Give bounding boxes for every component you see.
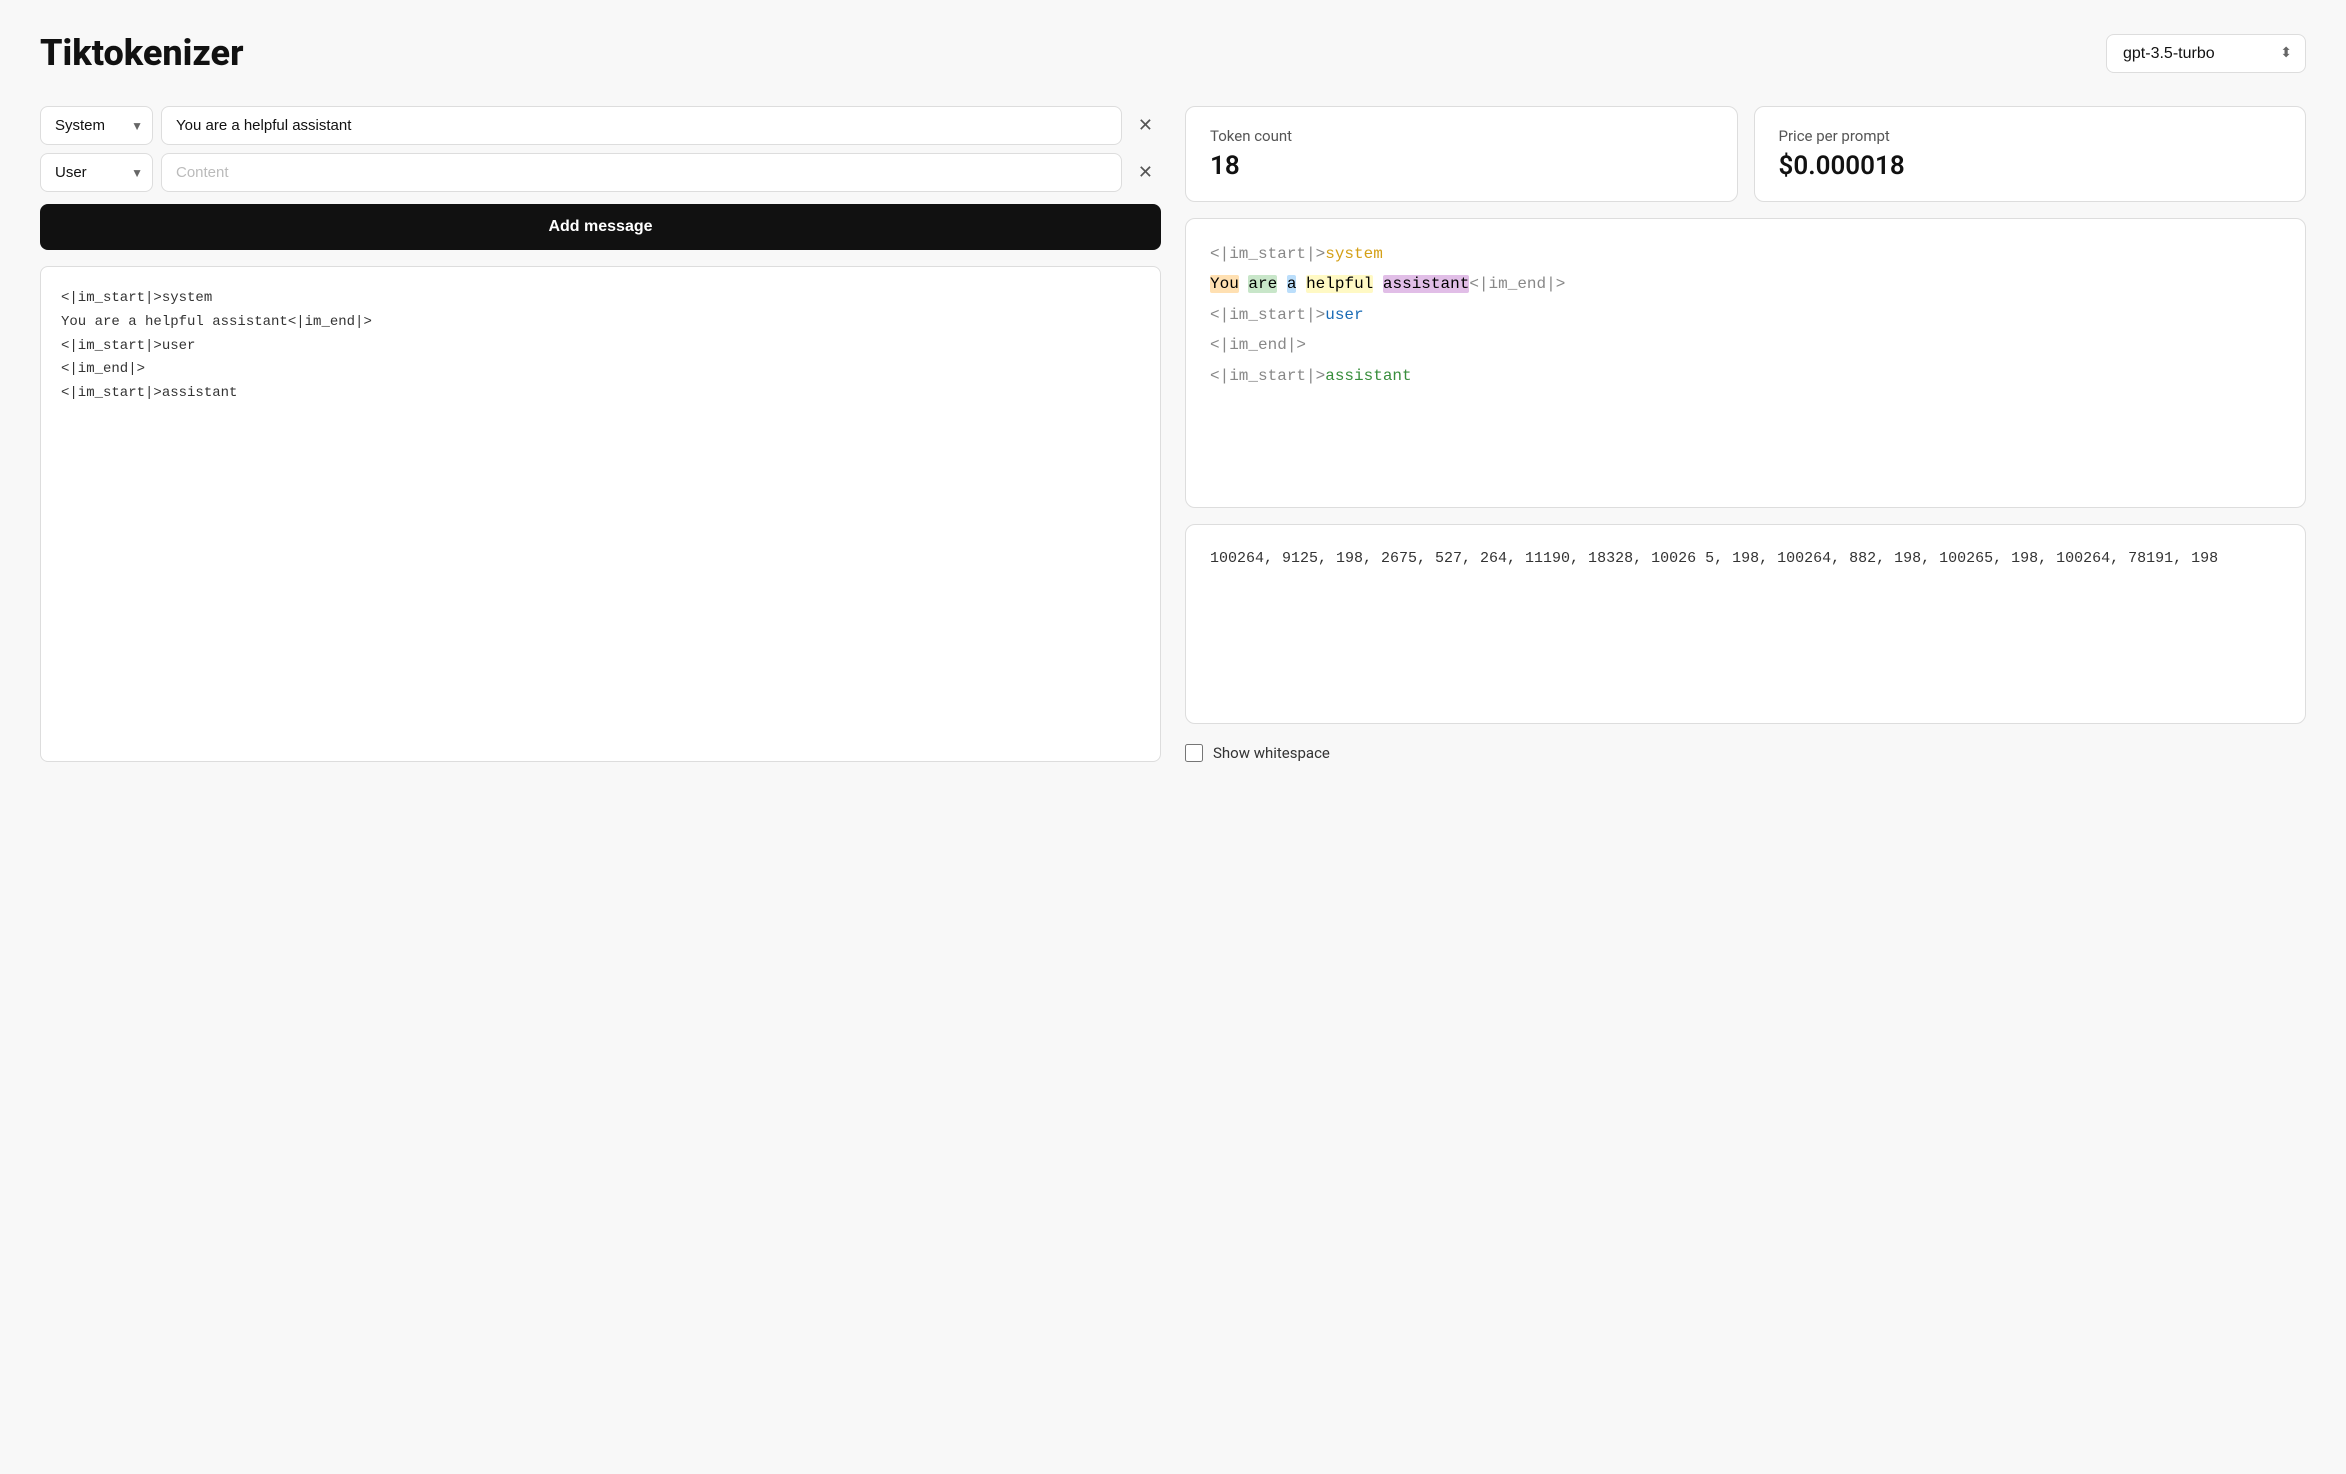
token-assistant: assistant [1325,367,1411,385]
app-title: Tiktokenizer [40,32,243,74]
token-im-start-1: <|im_start|> [1210,245,1325,263]
user-content-input[interactable] [161,153,1122,192]
price-value: $0.000018 [1779,151,2282,181]
token-im-start-2: <|im_start|> [1210,306,1325,324]
token-count-label: Token count [1210,127,1713,145]
price-label: Price per prompt [1779,127,2282,145]
token-count-card: Token count 18 [1185,106,1738,202]
token-you: You [1210,275,1239,293]
token-count-value: 18 [1210,151,1713,181]
system-content-input[interactable] [161,106,1122,145]
system-message-row: System User Assistant ▼ ✕ [40,106,1161,145]
token-user: user [1325,306,1363,324]
model-select-wrapper: gpt-3.5-turbo gpt-4 gpt-4o text-davinci-… [2106,34,2306,73]
token-assistant-word: assistant [1383,275,1469,293]
header: Tiktokenizer gpt-3.5-turbo gpt-4 gpt-4o … [40,32,2306,74]
token-helpful: helpful [1306,275,1373,293]
right-panel: Token count 18 Price per prompt $0.00001… [1185,106,2306,762]
encoded-text-display: <|im_start|>system You are a helpful ass… [40,266,1161,762]
token-im-end-2: <|im_end|> [1210,336,1306,354]
token-viz-card: <|im_start|>system You are a helpful ass… [1185,218,2306,508]
add-message-button[interactable]: Add message [40,204,1161,250]
system-role-select[interactable]: System User Assistant [40,106,153,145]
user-role-wrapper: User System Assistant ▼ [40,153,153,192]
delete-system-message-button[interactable]: ✕ [1130,111,1161,140]
price-card: Price per prompt $0.000018 [1754,106,2307,202]
token-system: system [1325,245,1383,263]
token-im-end-1: <|im_end|> [1469,275,1565,293]
left-panel: System User Assistant ▼ ✕ User System As… [40,106,1161,762]
user-message-row: User System Assistant ▼ ✕ [40,153,1161,192]
user-role-select[interactable]: User System Assistant [40,153,153,192]
show-whitespace-label: Show whitespace [1213,744,1330,762]
token-im-start-3: <|im_start|> [1210,367,1325,385]
token-ids-text: 100264, 9125, 198, 2675, 527, 264, 11190… [1210,550,2218,567]
delete-user-message-button[interactable]: ✕ [1130,158,1161,187]
main-layout: System User Assistant ▼ ✕ User System As… [40,106,2306,762]
system-role-wrapper: System User Assistant ▼ [40,106,153,145]
token-are: are [1248,275,1277,293]
show-whitespace-checkbox[interactable] [1185,744,1203,762]
model-select[interactable]: gpt-3.5-turbo gpt-4 gpt-4o text-davinci-… [2106,34,2306,73]
token-ids-card: 100264, 9125, 198, 2675, 527, 264, 11190… [1185,524,2306,724]
token-a: a [1287,275,1297,293]
stats-row: Token count 18 Price per prompt $0.00001… [1185,106,2306,202]
show-whitespace-row: Show whitespace [1185,744,2306,762]
